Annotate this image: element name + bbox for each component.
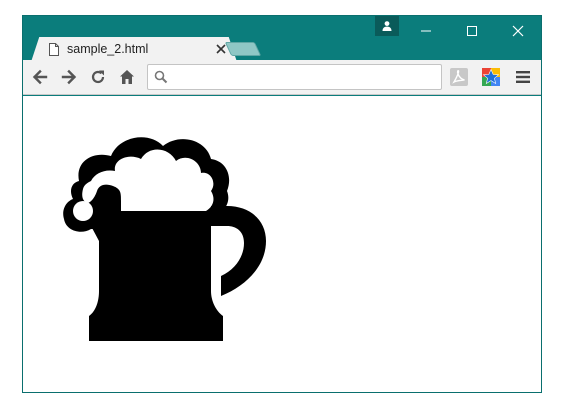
tab-title: sample_2.html	[67, 42, 149, 56]
minimize-button[interactable]	[403, 16, 449, 46]
toolbar	[23, 60, 541, 95]
menu-button[interactable]	[512, 66, 534, 88]
search-icon	[154, 70, 168, 84]
minimize-icon	[421, 30, 431, 32]
star-extension-icon	[482, 68, 500, 86]
home-button[interactable]	[116, 66, 138, 88]
address-bar[interactable]	[147, 64, 442, 90]
maximize-button[interactable]	[449, 16, 495, 46]
forward-button[interactable]	[58, 66, 80, 88]
home-icon	[120, 70, 134, 84]
tab-active[interactable]: sample_2.html	[31, 37, 237, 62]
browser-window: sample_2.html	[22, 15, 542, 393]
page-icon	[49, 43, 59, 56]
reload-icon	[91, 70, 105, 84]
pdf-extension-icon	[450, 68, 468, 86]
close-icon	[512, 25, 524, 37]
close-window-button[interactable]	[495, 16, 541, 46]
profile-button[interactable]	[375, 16, 399, 36]
back-button[interactable]	[29, 66, 51, 88]
maximize-icon	[467, 26, 477, 36]
hamburger-menu-icon	[516, 71, 530, 83]
new-tab-button[interactable]	[224, 42, 262, 56]
title-bar[interactable]: sample_2.html	[23, 16, 541, 62]
beer-mug-icon	[63, 137, 266, 341]
page-content	[23, 96, 541, 392]
arrow-left-icon	[32, 69, 48, 85]
bookmark-extension-button[interactable]	[480, 66, 502, 88]
person-icon	[382, 21, 392, 31]
pdf-extension-button[interactable]	[448, 66, 470, 88]
reload-button[interactable]	[87, 66, 109, 88]
arrow-right-icon	[61, 69, 77, 85]
address-input[interactable]	[174, 67, 438, 87]
